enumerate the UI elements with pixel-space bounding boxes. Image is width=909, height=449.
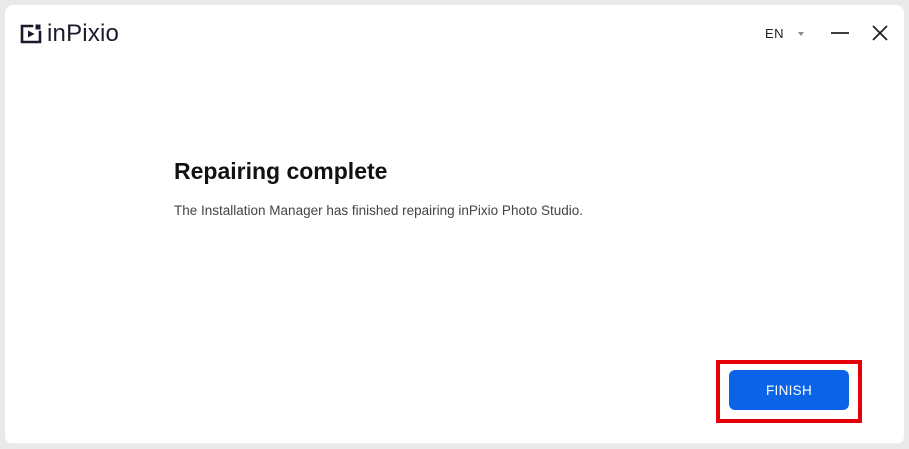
close-icon bbox=[872, 25, 888, 41]
minimize-icon bbox=[831, 32, 849, 34]
language-label: EN bbox=[764, 25, 784, 41]
bottom-divider bbox=[5, 443, 904, 444]
main-content: Repairing complete The Installation Mana… bbox=[174, 155, 774, 220]
close-button[interactable] bbox=[870, 23, 890, 43]
caret-down-icon bbox=[798, 32, 804, 36]
minimize-button[interactable] bbox=[830, 23, 850, 43]
play-frame-logo-icon bbox=[20, 24, 42, 44]
installer-window: inPixio EN Repairing complete The Instal… bbox=[5, 5, 904, 444]
language-selector[interactable]: EN bbox=[765, 26, 804, 41]
page-title: Repairing complete bbox=[174, 158, 388, 184]
finish-button[interactable]: FINISH bbox=[729, 370, 849, 410]
app-logo: inPixio bbox=[20, 21, 119, 47]
status-message: The Installation Manager has finished re… bbox=[174, 203, 583, 218]
app-logo-text: inPixio bbox=[47, 20, 120, 47]
window-controls: EN bbox=[765, 21, 890, 45]
